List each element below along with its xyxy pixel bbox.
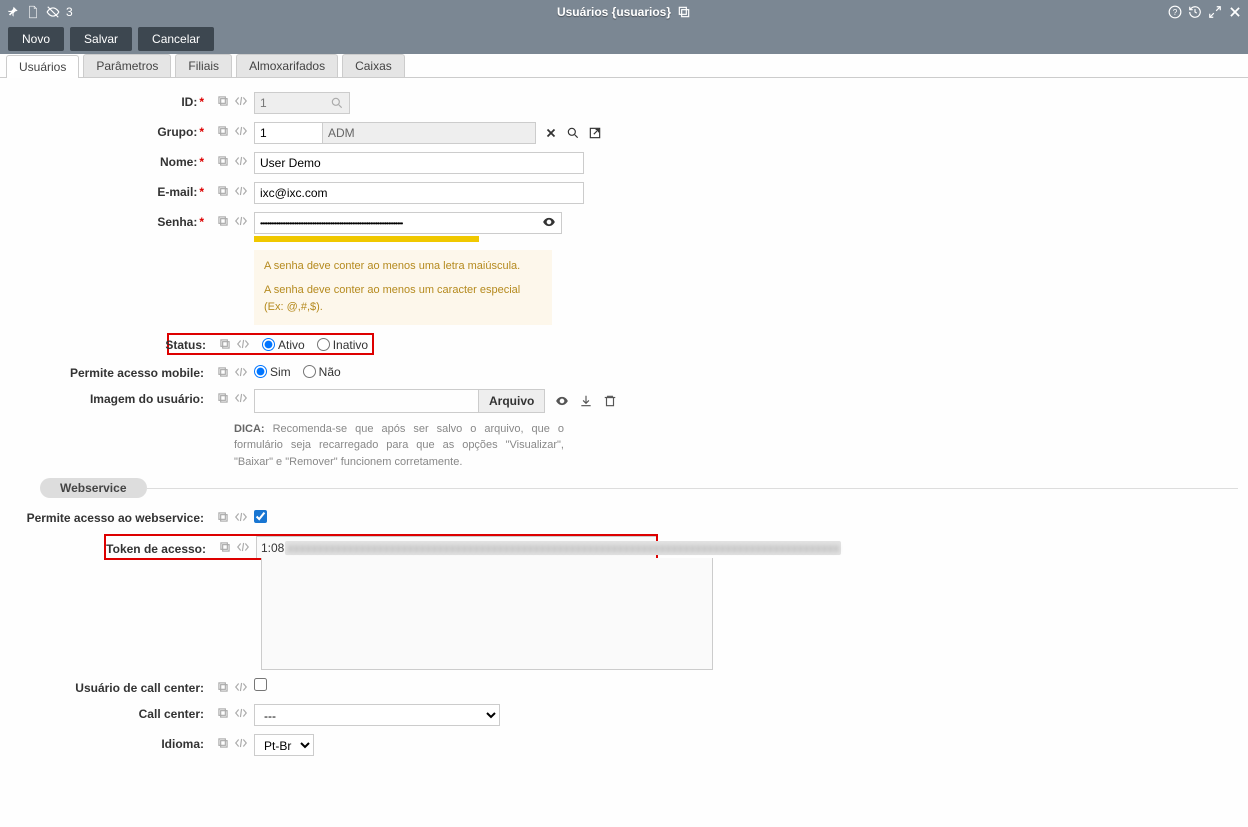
code-icon[interactable]: [234, 365, 248, 379]
code-icon[interactable]: [234, 214, 248, 228]
copy-title-icon[interactable]: [677, 5, 691, 19]
search-icon[interactable]: [330, 96, 344, 110]
window-titlebar: 3 Usuários {usuarios} ?: [0, 0, 1248, 24]
open-external-icon[interactable]: [588, 126, 602, 140]
form-area: ID:* 1 Grupo:* ADM: [0, 78, 1248, 778]
fullscreen-icon[interactable]: [1208, 5, 1222, 19]
search-icon[interactable]: [566, 126, 580, 140]
password-strength-bar: [254, 236, 479, 242]
mobile-nao-radio[interactable]: Não: [303, 365, 341, 379]
header-count: 3: [66, 5, 73, 19]
code-icon[interactable]: [234, 184, 248, 198]
grupo-id-input[interactable]: [254, 122, 322, 144]
password-hints: A senha deve conter ao menos uma letra m…: [254, 250, 552, 325]
code-icon[interactable]: [234, 706, 248, 720]
copy-icon[interactable]: [216, 680, 230, 694]
help-icon[interactable]: ?: [1168, 5, 1182, 19]
copy-icon[interactable]: [216, 736, 230, 750]
copy-icon[interactable]: [216, 124, 230, 138]
pin-icon[interactable]: [6, 5, 20, 19]
copy-icon[interactable]: [216, 365, 230, 379]
download-icon[interactable]: [579, 394, 593, 408]
toolbar: Novo Salvar Cancelar: [0, 24, 1248, 54]
copy-icon[interactable]: [216, 94, 230, 108]
file-input[interactable]: [254, 389, 478, 413]
history-icon[interactable]: [1188, 5, 1202, 19]
eye-off-icon[interactable]: [46, 5, 60, 19]
callcenter-user-checkbox[interactable]: [254, 678, 267, 691]
tab-filiais[interactable]: Filiais: [175, 54, 232, 77]
token-textarea[interactable]: [261, 558, 713, 670]
id-label: ID:: [181, 95, 197, 109]
code-icon[interactable]: [234, 94, 248, 108]
copy-icon[interactable]: [216, 214, 230, 228]
clear-icon[interactable]: [544, 126, 558, 140]
tabs: Usuários Parâmetros Filiais Almoxarifado…: [0, 54, 1248, 78]
tab-almoxarifados[interactable]: Almoxarifados: [236, 54, 338, 77]
idioma-label: Idioma:: [161, 737, 204, 751]
nome-input[interactable]: [254, 152, 584, 174]
imagem-label: Imagem do usuário:: [90, 392, 204, 406]
cancel-button[interactable]: Cancelar: [138, 27, 214, 51]
code-icon[interactable]: [236, 337, 250, 351]
new-button[interactable]: Novo: [8, 27, 64, 51]
code-icon[interactable]: [234, 391, 248, 405]
email-input[interactable]: [254, 182, 584, 204]
tab-parametros[interactable]: Parâmetros: [83, 54, 171, 77]
code-icon[interactable]: [236, 540, 250, 554]
status-ativo-radio[interactable]: Ativo: [262, 338, 305, 352]
token-prefix: 1:08: [261, 541, 284, 555]
status-inativo-radio[interactable]: Inativo: [317, 338, 368, 352]
document-icon[interactable]: [26, 5, 40, 19]
eye-icon[interactable]: [542, 215, 556, 229]
code-icon[interactable]: [234, 736, 248, 750]
senha-label: Senha:: [157, 215, 197, 229]
copy-icon[interactable]: [218, 540, 232, 554]
id-field: 1: [254, 92, 350, 114]
tab-caixas[interactable]: Caixas: [342, 54, 405, 77]
close-icon[interactable]: [1228, 5, 1242, 19]
token-hidden: xxxxxxxxxxxxxxxxxxxxxxxxxxxxxxxxxxxxxxxx…: [285, 541, 841, 555]
copy-icon[interactable]: [216, 154, 230, 168]
section-webservice: Webservice: [40, 478, 1238, 498]
nome-label: Nome:: [160, 155, 197, 169]
copy-icon[interactable]: [218, 337, 232, 351]
code-icon[interactable]: [234, 124, 248, 138]
status-label: Status:: [165, 338, 206, 352]
token-label: Token de acesso:: [106, 542, 206, 556]
callcenter-label: Call center:: [139, 707, 204, 721]
mobile-label: Permite acesso mobile:: [70, 366, 204, 380]
copy-icon[interactable]: [216, 510, 230, 524]
window-title: Usuários {usuarios}: [557, 5, 671, 19]
senha-input[interactable]: [254, 212, 562, 234]
view-icon[interactable]: [555, 394, 569, 408]
file-button[interactable]: Arquivo: [478, 389, 545, 413]
tip-text: DICA: Recomenda-se que após ser salvo o …: [234, 421, 564, 471]
code-icon[interactable]: [234, 680, 248, 694]
idioma-select[interactable]: Pt-Br: [254, 734, 314, 756]
email-label: E-mail:: [157, 185, 197, 199]
save-button[interactable]: Salvar: [70, 27, 132, 51]
copy-icon[interactable]: [216, 184, 230, 198]
code-icon[interactable]: [234, 510, 248, 524]
callcenter-select[interactable]: ---: [254, 704, 500, 726]
copy-icon[interactable]: [216, 391, 230, 405]
trash-icon[interactable]: [603, 394, 617, 408]
copy-icon[interactable]: [216, 706, 230, 720]
grupo-name-display: ADM: [322, 122, 536, 144]
ws-permite-label: Permite acesso ao webservice:: [27, 511, 204, 525]
code-icon[interactable]: [234, 154, 248, 168]
mobile-sim-radio[interactable]: Sim: [254, 365, 291, 379]
ws-permite-checkbox[interactable]: [254, 510, 267, 523]
tab-usuarios[interactable]: Usuários: [6, 55, 79, 78]
grupo-label: Grupo:: [157, 125, 197, 139]
svg-text:?: ?: [1173, 8, 1178, 17]
callcenter-user-label: Usuário de call center:: [75, 681, 204, 695]
